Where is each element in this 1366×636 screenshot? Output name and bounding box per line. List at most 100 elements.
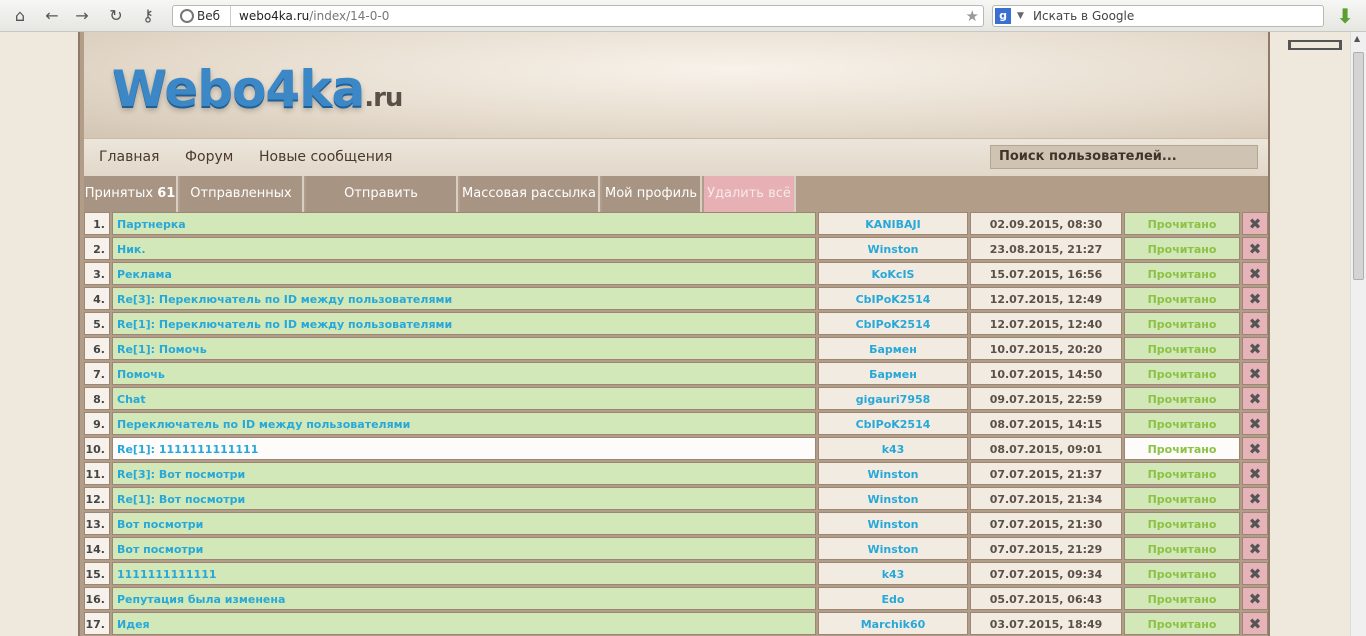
- sender-link[interactable]: KoKcIS: [818, 262, 968, 285]
- status-label: Прочитано: [1124, 337, 1240, 360]
- delete-message-icon[interactable]: ✖: [1242, 387, 1268, 410]
- delete-message-icon[interactable]: ✖: [1242, 537, 1268, 560]
- sender-link[interactable]: Winston: [818, 462, 968, 485]
- sender-link[interactable]: Бармен: [818, 362, 968, 385]
- scroll-thumb[interactable]: [1353, 52, 1364, 280]
- tab-inbox[interactable]: Принятых 61: [84, 176, 178, 212]
- nav-new-messages[interactable]: Новые сообщения: [259, 149, 392, 165]
- message-title-link[interactable]: Re[1]: 1111111111111: [112, 437, 816, 460]
- sender-link[interactable]: Winston: [818, 512, 968, 535]
- delete-message-icon[interactable]: ✖: [1242, 587, 1268, 610]
- sender-link[interactable]: KANIBAJI: [818, 212, 968, 235]
- sender-link[interactable]: gigauri7958: [818, 387, 968, 410]
- chevron-down-icon[interactable]: ▼: [1017, 6, 1024, 26]
- delete-message-icon[interactable]: ✖: [1242, 262, 1268, 285]
- sender-link[interactable]: CbIPoK2514: [818, 312, 968, 335]
- url-text[interactable]: webo4ka.ru/index/14-0-0: [239, 6, 389, 26]
- message-title-link[interactable]: Переключатель по ID между пользователями: [112, 412, 816, 435]
- sender-link[interactable]: Бармен: [818, 337, 968, 360]
- row-number: 17.: [84, 612, 110, 635]
- row-number: 9.: [84, 412, 110, 435]
- delete-message-icon[interactable]: ✖: [1242, 437, 1268, 460]
- message-date: 10.07.2015, 20:20: [970, 337, 1122, 360]
- message-title-link[interactable]: Re[3]: Вот посмотри: [112, 462, 816, 485]
- delete-message-icon[interactable]: ✖: [1242, 237, 1268, 260]
- tab-sent[interactable]: Отправленных 39: [180, 176, 304, 237]
- status-label: Прочитано: [1124, 462, 1240, 485]
- panel-handle[interactable]: [1288, 40, 1342, 50]
- delete-message-icon[interactable]: ✖: [1242, 287, 1268, 310]
- tab-my-profile[interactable]: Мой профиль: [602, 176, 702, 212]
- nav-home[interactable]: Главная: [99, 149, 159, 165]
- status-label: Прочитано: [1124, 237, 1240, 260]
- message-date: 03.07.2015, 18:49: [970, 612, 1122, 635]
- message-title-link[interactable]: Re[1]: Переключатель по ID между пользов…: [112, 312, 816, 335]
- sender-link[interactable]: Marchik60: [818, 612, 968, 635]
- sender-link[interactable]: Winston: [818, 237, 968, 260]
- message-title-link[interactable]: Вот посмотри: [112, 512, 816, 535]
- delete-all-button[interactable]: Удалить всё: [704, 176, 796, 212]
- page-scrollbar[interactable]: ▲: [1350, 32, 1366, 636]
- delete-message-icon[interactable]: ✖: [1242, 412, 1268, 435]
- tab-send-message[interactable]: Отправить сообщение: [306, 176, 458, 237]
- veb-label: Веб: [197, 9, 221, 23]
- url-host: webo4ka.ru: [239, 9, 310, 23]
- sender-link[interactable]: k43: [818, 562, 968, 585]
- forward-icon[interactable]: →: [72, 6, 92, 26]
- status-label: Прочитано: [1124, 437, 1240, 460]
- download-icon[interactable]: ⬇: [1334, 5, 1356, 27]
- delete-message-icon[interactable]: ✖: [1242, 462, 1268, 485]
- scroll-up-icon[interactable]: ▲: [1354, 34, 1360, 43]
- message-title-link[interactable]: Идея: [112, 612, 816, 635]
- logo-main: Webo4ka: [112, 60, 365, 118]
- nav-forum[interactable]: Форум: [185, 149, 233, 165]
- message-title-link[interactable]: Вот посмотри: [112, 537, 816, 560]
- reload-icon[interactable]: ↻: [106, 6, 126, 26]
- back-icon[interactable]: ←: [42, 6, 62, 26]
- message-title-link[interactable]: Chat: [112, 387, 816, 410]
- user-search-input[interactable]: Поиск пользователей...: [990, 145, 1258, 169]
- delete-message-icon[interactable]: ✖: [1242, 562, 1268, 585]
- site-logo[interactable]: Webo4ka.ru: [112, 60, 403, 118]
- message-title-link[interactable]: Партнерка: [112, 212, 816, 235]
- message-title-link[interactable]: Re[3]: Переключатель по ID между пользов…: [112, 287, 816, 310]
- delete-message-icon[interactable]: ✖: [1242, 512, 1268, 535]
- table-row: 13. Вот посмотри Winston 07.07.2015, 21:30 П…: [84, 512, 1268, 537]
- message-title-link[interactable]: Re[1]: Вот посмотри: [112, 487, 816, 510]
- table-row: 9. Переключатель по ID между пользователя…: [84, 412, 1268, 437]
- browser-toolbar: ⌂ ← → ↻ ⚷ Веб webo4ka.ru/index/14-0-0 ★ …: [0, 0, 1366, 32]
- bookmark-star-icon[interactable]: ★: [966, 6, 979, 26]
- google-search-field[interactable]: g ▼ Искать в Google: [992, 5, 1324, 27]
- address-bar[interactable]: Веб webo4ka.ru/index/14-0-0 ★: [172, 5, 984, 27]
- site-header: Webo4ka.ru: [84, 32, 1268, 138]
- delete-message-icon[interactable]: ✖: [1242, 487, 1268, 510]
- delete-message-icon[interactable]: ✖: [1242, 337, 1268, 360]
- row-number: 4.: [84, 287, 110, 310]
- table-row: 12. Re[1]: Вот посмотри Winston 07.07.2015,…: [84, 487, 1268, 512]
- table-row: 15. 1111111111111 k43 07.07.2015, 09:34 Проч…: [84, 562, 1268, 587]
- message-title-link[interactable]: Ник.: [112, 237, 816, 260]
- sender-link[interactable]: Winston: [818, 537, 968, 560]
- status-label: Прочитано: [1124, 387, 1240, 410]
- site-info-badge[interactable]: Веб: [173, 6, 231, 26]
- sender-link[interactable]: CbIPoK2514: [818, 412, 968, 435]
- sender-link[interactable]: Winston: [818, 487, 968, 510]
- message-title-link[interactable]: Репутация была изменена: [112, 587, 816, 610]
- delete-message-icon[interactable]: ✖: [1242, 362, 1268, 385]
- sender-link[interactable]: Edo: [818, 587, 968, 610]
- key-icon[interactable]: ⚷: [138, 6, 158, 26]
- tab-mass-mailing[interactable]: Массовая рассылка: [460, 176, 600, 212]
- delete-message-icon[interactable]: ✖: [1242, 312, 1268, 335]
- message-date: 07.07.2015, 21:30: [970, 512, 1122, 535]
- row-number: 3.: [84, 262, 110, 285]
- message-title-link[interactable]: 1111111111111: [112, 562, 816, 585]
- delete-message-icon[interactable]: ✖: [1242, 212, 1268, 235]
- message-title-link[interactable]: Помочь: [112, 362, 816, 385]
- sender-link[interactable]: CbIPoK2514: [818, 287, 968, 310]
- delete-message-icon[interactable]: ✖: [1242, 612, 1268, 635]
- message-title-link[interactable]: Реклама: [112, 262, 816, 285]
- home-icon[interactable]: ⌂: [10, 6, 30, 26]
- status-label: Прочитано: [1124, 262, 1240, 285]
- message-title-link[interactable]: Re[1]: Помочь: [112, 337, 816, 360]
- sender-link[interactable]: k43: [818, 437, 968, 460]
